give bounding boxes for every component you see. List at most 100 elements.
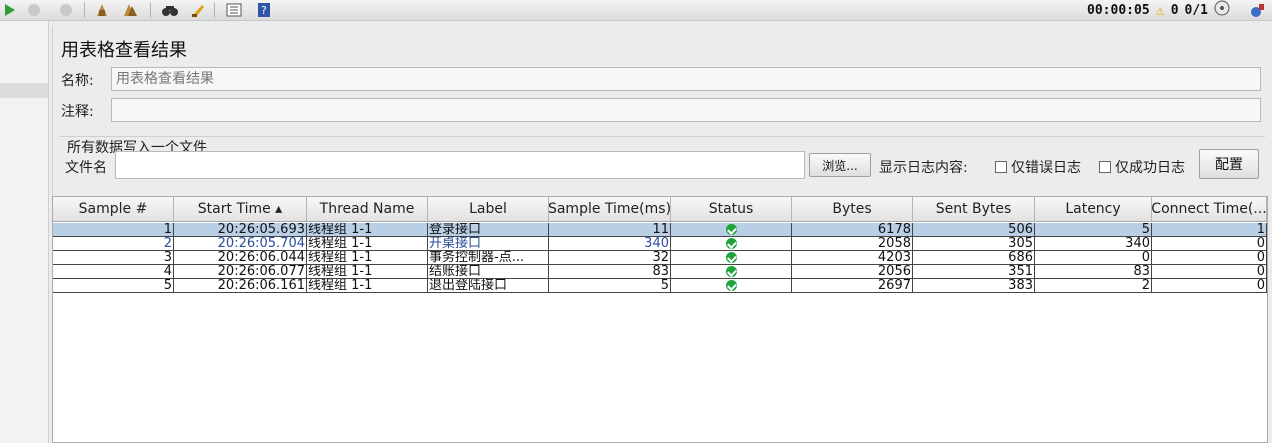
comment-field[interactable] — [111, 98, 1261, 122]
log-content-label: 显示日志内容: — [879, 160, 968, 176]
name-field[interactable]: 用表格查看结果 — [111, 67, 1261, 91]
cell-sample-number: 2 — [53, 237, 174, 250]
errors-only-box[interactable] — [995, 161, 1007, 173]
shutdown-icon[interactable] — [56, 1, 76, 19]
cell-connect-time: 0 — [1152, 251, 1267, 264]
column-sent-bytes[interactable]: Sent Bytes — [913, 197, 1035, 221]
cell-sample-number: 4 — [53, 265, 174, 278]
cell-status — [671, 237, 792, 250]
cell-bytes: 2697 — [792, 279, 913, 292]
toolbar: ? 00:00:05 ⚠ 0 0/1 — [0, 0, 1272, 21]
cell-thread-name: 线程组 1-1 — [307, 279, 428, 292]
stop-icon[interactable] — [24, 1, 44, 19]
reset-search-icon[interactable] — [188, 1, 208, 19]
warning-icon[interactable]: ⚠ — [1156, 1, 1165, 19]
cell-start-time: 20:26:06.161 — [174, 279, 307, 292]
cell-connect-time: 0 — [1152, 237, 1267, 250]
cell-latency: 0 — [1035, 251, 1152, 264]
cell-start-time: 20:26:06.044 — [174, 251, 307, 264]
active-threads: 0/1 — [1184, 2, 1208, 18]
column-sample-number[interactable]: Sample # — [53, 197, 174, 221]
column-label[interactable]: Label — [428, 197, 549, 221]
thread-indicator-icon — [1214, 0, 1230, 20]
cell-sample-time: 83 — [549, 265, 671, 278]
start-icon[interactable] — [0, 1, 20, 19]
results-table[interactable]: Sample # Start Time ▴ Thread Name Label … — [52, 196, 1268, 443]
column-start-time[interactable]: Start Time ▴ — [174, 197, 307, 221]
cell-start-time: 20:26:05.704 — [174, 237, 307, 250]
success-status-icon — [726, 238, 737, 249]
column-status[interactable]: Status — [671, 197, 792, 221]
column-connect-time[interactable]: Connect Time(... — [1152, 197, 1267, 221]
cell-latency: 83 — [1035, 265, 1152, 278]
cell-sample-time: 5 — [549, 279, 671, 292]
cell-connect-time: 1 — [1152, 223, 1267, 236]
warning-count: 0 — [1170, 2, 1179, 18]
cell-latency: 5 — [1035, 223, 1152, 236]
cell-sent-bytes: 383 — [913, 279, 1035, 292]
comment-label: 注释: — [61, 104, 94, 120]
success-only-box[interactable] — [1099, 161, 1111, 173]
success-only-label: 仅成功日志 — [1115, 160, 1185, 176]
cell-bytes: 4203 — [792, 251, 913, 264]
table-row[interactable]: 1 20:26:05.693 线程组 1-1 登录接口 11 6178 506 … — [53, 223, 1267, 237]
page-title: 用表格查看结果 — [61, 40, 187, 61]
configure-button[interactable]: 配置 — [1199, 149, 1259, 179]
search-icon[interactable] — [160, 1, 180, 19]
cell-latency: 340 — [1035, 237, 1152, 250]
errors-only-checkbox[interactable]: 仅错误日志 — [995, 157, 1081, 177]
cell-label: 开桌接口 — [428, 237, 549, 250]
tree-selected-node[interactable] — [0, 83, 48, 98]
cell-sample-number: 1 — [53, 223, 174, 236]
column-thread-name[interactable]: Thread Name — [307, 197, 428, 221]
cell-start-time: 20:26:06.077 — [174, 265, 307, 278]
cell-sent-bytes: 506 — [913, 223, 1035, 236]
cell-label: 登录接口 — [428, 223, 549, 236]
toolbar-separator — [150, 2, 151, 18]
test-plan-tree[interactable] — [0, 21, 49, 443]
success-status-icon — [726, 280, 737, 291]
cell-connect-time: 0 — [1152, 279, 1267, 292]
table-row[interactable]: 4 20:26:06.077 线程组 1-1 结账接口 83 2056 351 … — [53, 265, 1267, 279]
cell-status — [671, 223, 792, 236]
cell-thread-name: 线程组 1-1 — [307, 265, 428, 278]
cell-sample-time: 340 — [549, 237, 671, 250]
column-bytes[interactable]: Bytes — [792, 197, 913, 221]
cell-sample-time: 32 — [549, 251, 671, 264]
cell-connect-time: 0 — [1152, 265, 1267, 278]
write-to-file-group: 所有数据写入一个文件 文件名 浏览... 显示日志内容: 仅错误日志 仅成功日志… — [59, 136, 1265, 187]
toolbar-separator — [214, 2, 215, 18]
filename-field[interactable] — [115, 151, 805, 179]
cell-sent-bytes: 351 — [913, 265, 1035, 278]
cell-bytes: 2058 — [792, 237, 913, 250]
column-latency[interactable]: Latency — [1035, 197, 1152, 221]
errors-only-label: 仅错误日志 — [1011, 160, 1081, 176]
cell-sample-number: 3 — [53, 251, 174, 264]
cell-start-time: 20:26:05.693 — [174, 223, 307, 236]
browse-button[interactable]: 浏览... — [809, 153, 871, 177]
cell-thread-name: 线程组 1-1 — [307, 237, 428, 250]
cell-status — [671, 251, 792, 264]
cell-label: 结账接口 — [428, 265, 549, 278]
clear-all-icon[interactable] — [120, 1, 140, 19]
name-label: 名称: — [61, 73, 94, 89]
toolbar-separator — [84, 2, 85, 18]
cell-sent-bytes: 305 — [913, 237, 1035, 250]
table-row[interactable]: 5 20:26:06.161 线程组 1-1 退出登陆接口 5 2697 383… — [53, 279, 1267, 293]
svg-text:?: ? — [261, 4, 267, 17]
table-row[interactable]: 3 20:26:06.044 线程组 1-1 事务控制器-点... 32 420… — [53, 251, 1267, 265]
help-icon[interactable]: ? — [254, 1, 274, 19]
elapsed-time: 00:00:05 — [1087, 2, 1150, 18]
column-sample-time[interactable]: Sample Time(ms) — [549, 197, 671, 221]
cell-label: 退出登陆接口 — [428, 279, 549, 292]
success-status-icon — [726, 224, 737, 235]
cell-label: 事务控制器-点... — [428, 251, 549, 264]
cell-status — [671, 279, 792, 292]
table-row[interactable]: 2 20:26:05.704 线程组 1-1 开桌接口 340 2058 305… — [53, 237, 1267, 251]
cell-bytes: 6178 — [792, 223, 913, 236]
cell-bytes: 2056 — [792, 265, 913, 278]
function-helper-icon[interactable] — [224, 1, 244, 19]
success-only-checkbox[interactable]: 仅成功日志 — [1099, 157, 1185, 177]
clear-icon[interactable] — [92, 1, 112, 19]
remote-icon[interactable] — [1248, 1, 1268, 19]
